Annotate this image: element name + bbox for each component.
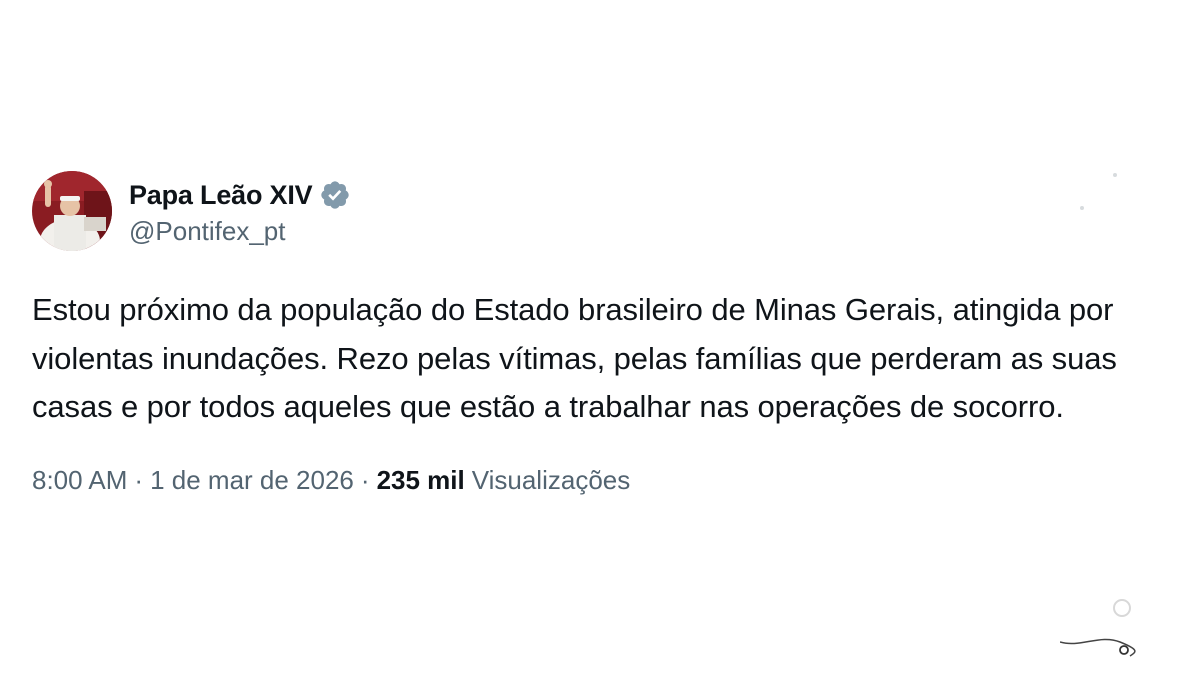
avatar-image bbox=[32, 171, 112, 251]
tweet-text: Estou próximo da população do Estado bra… bbox=[32, 292, 1117, 424]
decor-dot bbox=[1113, 173, 1117, 177]
author-handle[interactable]: @Pontifex_pt bbox=[129, 216, 351, 247]
author-identity: Papa Leão XIV @Pontifex_pt bbox=[129, 175, 351, 247]
tweet-header: Papa Leão XIV @Pontifex_pt bbox=[32, 170, 1182, 252]
grok-swirl-icon bbox=[1059, 596, 1140, 660]
views-count[interactable]: 235 mil bbox=[377, 465, 465, 496]
display-name[interactable]: Papa Leão XIV bbox=[129, 180, 313, 211]
tweet-time[interactable]: 8:00 AM bbox=[32, 465, 127, 496]
meta-separator: · bbox=[360, 464, 370, 495]
meta-separator: · bbox=[134, 464, 144, 495]
tweet-meta: 8:00 AM · 1 de mar de 2026 · 235 mil Vis… bbox=[32, 465, 1182, 496]
decor-dot bbox=[1080, 206, 1084, 210]
tweet-card: Papa Leão XIV @Pontifex_pt Estou próximo… bbox=[32, 170, 1182, 496]
name-row: Papa Leão XIV bbox=[129, 175, 351, 215]
avatar[interactable] bbox=[32, 171, 112, 251]
verified-badge-icon[interactable] bbox=[319, 179, 351, 211]
views-label[interactable]: Visualizações bbox=[472, 465, 631, 496]
tweet-date[interactable]: 1 de mar de 2026 bbox=[150, 465, 354, 496]
